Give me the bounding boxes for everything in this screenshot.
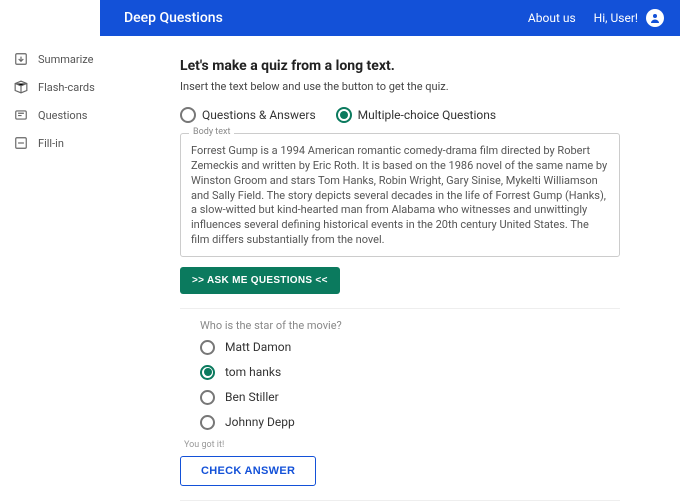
sidebar: Summarize Flash-cards Questions Fill-in [0, 0, 100, 502]
radio-icon [200, 340, 215, 355]
fillin-icon [14, 136, 28, 150]
answer-label: Ben Stiller [225, 390, 279, 404]
radio-icon [180, 107, 196, 123]
body-text-label: Body text [189, 127, 234, 137]
divider [180, 500, 620, 501]
mode-option-label: Multiple-choice Questions [358, 108, 496, 122]
radio-icon [200, 365, 215, 380]
sidebar-item-label: Questions [38, 109, 87, 122]
radio-icon [200, 390, 215, 405]
sidebar-item-fillin[interactable]: Fill-in [0, 129, 100, 157]
answer-label: Matt Damon [225, 340, 291, 354]
topbar: Deep Questions About us Hi, User! [100, 0, 680, 36]
sidebar-item-label: Flash-cards [38, 81, 95, 94]
sidebar-item-summarize[interactable]: Summarize [0, 45, 100, 73]
radio-icon [200, 415, 215, 430]
about-link[interactable]: About us [528, 11, 576, 25]
avatar[interactable] [646, 9, 664, 27]
app-title: Deep Questions [124, 10, 223, 26]
quiz-question: Who is the star of the movie? Matt Damon… [180, 319, 620, 486]
body-text-field[interactable]: Body text Forrest Gump is a 1994 America… [180, 133, 620, 257]
check-answer-button[interactable]: CHECK ANSWER [180, 456, 316, 486]
body-text-content: Forrest Gump is a 1994 American romantic… [191, 144, 609, 248]
user-icon [649, 12, 661, 24]
sidebar-item-flashcards[interactable]: Flash-cards [0, 73, 100, 101]
radio-icon [336, 107, 352, 123]
answer-label: Johnny Depp [225, 415, 295, 429]
answer-option[interactable]: Matt Damon [200, 340, 620, 355]
question-prompt: Who is the star of the movie? [200, 319, 620, 332]
flashcards-icon [14, 80, 28, 94]
divider [180, 308, 620, 309]
summarize-icon [14, 52, 28, 66]
answer-option[interactable]: Ben Stiller [200, 390, 620, 405]
mode-radio-group: Questions & Answers Multiple-choice Ques… [180, 107, 620, 123]
questions-icon [14, 108, 28, 122]
mode-option-label: Questions & Answers [202, 108, 316, 122]
answer-label: tom hanks [225, 365, 281, 379]
content: Let's make a quiz from a long text. Inse… [100, 36, 680, 502]
page-subheading: Insert the text below and use the button… [180, 80, 620, 93]
sidebar-item-questions[interactable]: Questions [0, 101, 100, 129]
mode-mcq-option[interactable]: Multiple-choice Questions [336, 107, 496, 123]
user-greeting: Hi, User! [594, 11, 638, 25]
answer-option[interactable]: tom hanks [200, 365, 620, 380]
answer-option[interactable]: Johnny Depp [200, 415, 620, 430]
ask-questions-button[interactable]: >> ASK ME QUESTIONS << [180, 267, 340, 294]
answer-feedback: You got it! [184, 440, 620, 450]
mode-qa-option[interactable]: Questions & Answers [180, 107, 316, 123]
page-heading: Let's make a quiz from a long text. [180, 58, 620, 74]
sidebar-item-label: Summarize [38, 53, 93, 66]
sidebar-item-label: Fill-in [38, 137, 64, 150]
